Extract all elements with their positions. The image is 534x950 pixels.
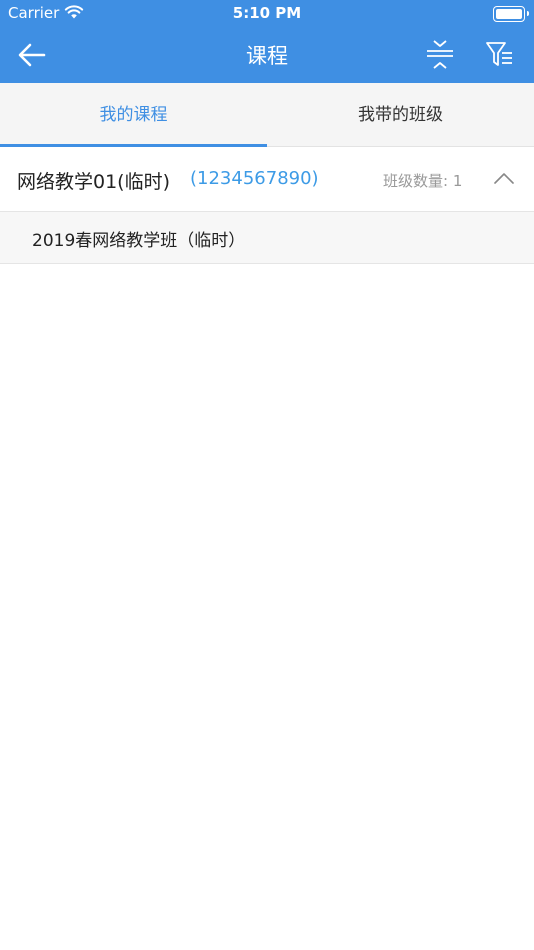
app-header: Carrier 5:10 PM 课程: [0, 0, 534, 83]
collapse-all-icon[interactable]: [424, 38, 456, 72]
status-time: 5:10 PM: [232, 4, 302, 22]
tab-my-classes[interactable]: 我带的班级: [267, 83, 534, 147]
course-name: 网络教学01(临时): [17, 171, 171, 193]
chevron-up-icon[interactable]: [493, 171, 515, 185]
course-code: (1234567890): [190, 168, 319, 189]
class-list-item[interactable]: 2019春网络教学班（临时）: [0, 212, 534, 264]
back-arrow-icon[interactable]: [16, 41, 50, 69]
nav-bar: 课程: [0, 28, 534, 83]
course-row[interactable]: 网络教学01(临时) (1234567890) 班级数量: 1: [0, 147, 534, 212]
status-bar: Carrier 5:10 PM: [0, 0, 534, 28]
empty-content-area: [0, 264, 534, 950]
filter-icon[interactable]: [484, 38, 516, 72]
class-name: 2019春网络教学班（临时）: [32, 231, 246, 251]
battery-icon: [493, 6, 529, 22]
tab-bar: 我的课程 我带的班级: [0, 83, 534, 147]
class-count-label: 班级数量: 1: [383, 172, 463, 190]
tab-my-courses[interactable]: 我的课程: [0, 83, 267, 147]
